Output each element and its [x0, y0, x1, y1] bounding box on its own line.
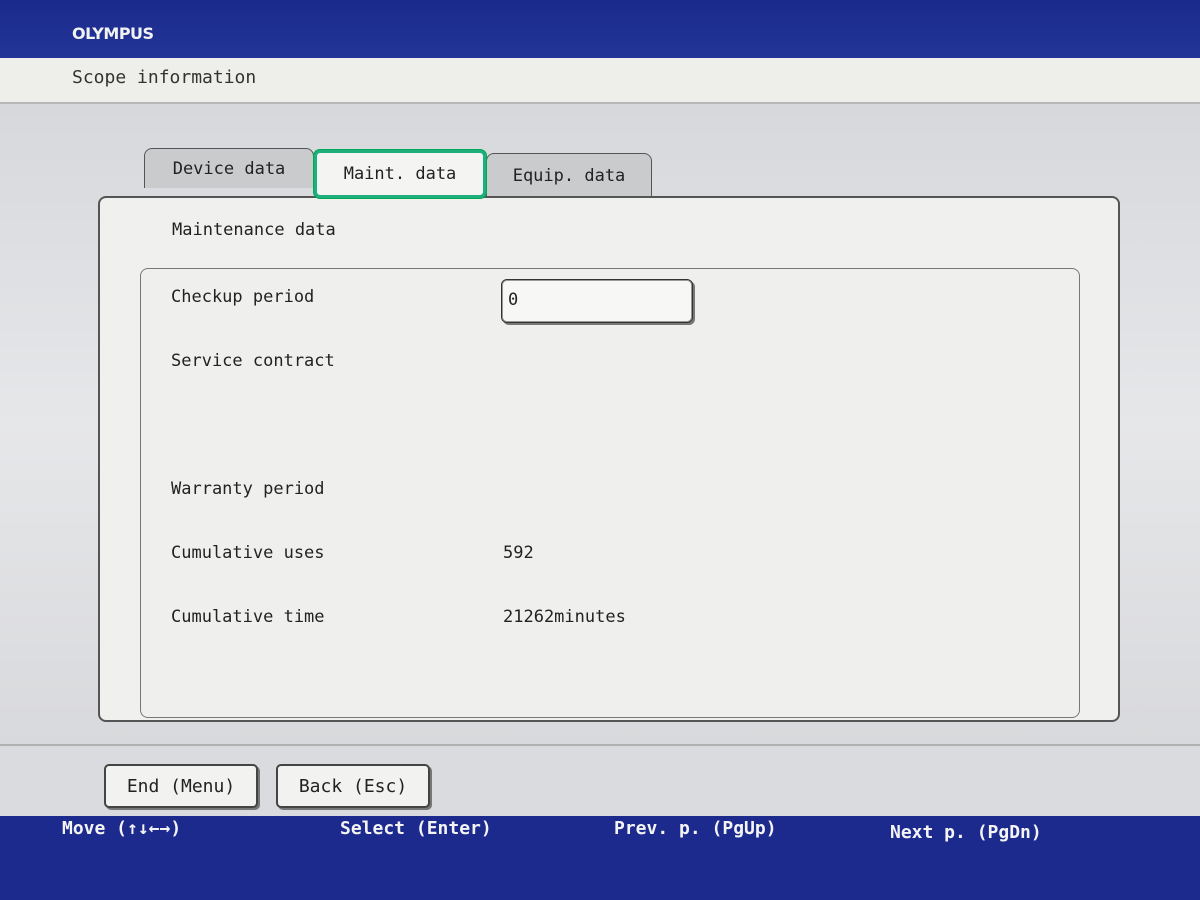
title-bar: Scope information — [0, 58, 1200, 104]
top-bar: OLYMPUS — [0, 0, 1200, 58]
checkup-period-field[interactable]: 0 — [501, 279, 693, 323]
cumulative-time-value: 21262minutes — [503, 607, 626, 627]
tab-maint-data[interactable]: Maint. data — [314, 150, 486, 198]
page-title: Scope information — [72, 67, 257, 88]
cumulative-uses-label: Cumulative uses — [171, 543, 325, 563]
cumulative-time-label: Cumulative time — [171, 607, 325, 627]
warranty-period-label: Warranty period — [171, 479, 325, 499]
help-prev-page: Prev. p. (PgUp) — [614, 818, 777, 839]
end-menu-label: End (Menu) — [126, 775, 236, 797]
olympus-logo: OLYMPUS — [72, 24, 154, 43]
tab-label: Device data — [172, 158, 286, 179]
back-esc-label: Back (Esc) — [298, 775, 408, 797]
maintenance-fields: Checkup period 0 Service contract Warran… — [140, 268, 1080, 718]
panel-heading: Maintenance data — [172, 220, 336, 240]
help-next-page: Next p. (PgDn) — [890, 822, 1042, 843]
back-esc-button[interactable]: Back (Esc) — [276, 764, 430, 808]
cumulative-uses-value: 592 — [503, 543, 534, 563]
tab-label: Equip. data — [512, 165, 626, 186]
help-select: Select (Enter) — [340, 818, 492, 839]
service-contract-label: Service contract — [171, 351, 335, 371]
tab-label: Maint. data — [343, 164, 457, 184]
tab-device-data[interactable]: Device data — [144, 148, 314, 188]
content-area: Device data Maint. data Equip. data Main… — [0, 104, 1200, 744]
maintenance-panel: Maintenance data Checkup period 0 Servic… — [98, 196, 1120, 722]
tab-equip-data[interactable]: Equip. data — [486, 153, 652, 197]
checkup-period-label: Checkup period — [171, 287, 315, 307]
end-menu-button[interactable]: End (Menu) — [104, 764, 258, 808]
checkup-period-value: 0 — [508, 290, 519, 310]
button-bar: End (Menu) Back (Esc) — [0, 744, 1200, 816]
help-move: Move (↑↓←→) — [62, 818, 182, 839]
